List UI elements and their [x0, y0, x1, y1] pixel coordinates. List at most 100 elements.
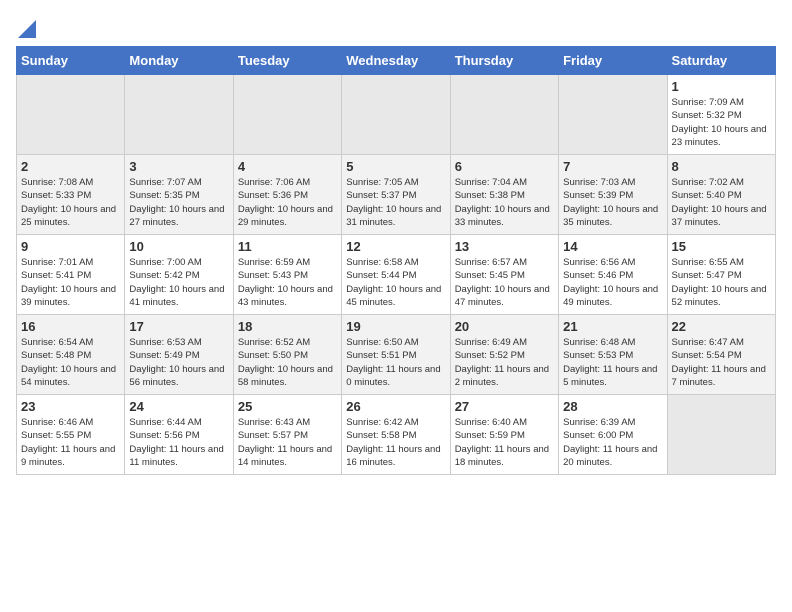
calendar-cell: 7 Sunrise: 7:03 AM Sunset: 5:39 PM Daylig… [559, 155, 667, 235]
day-info: Sunrise: 6:59 AM Sunset: 5:43 PM Dayligh… [238, 256, 337, 309]
calendar-cell: 21 Sunrise: 6:48 AM Sunset: 5:53 PM Dayli… [559, 315, 667, 395]
day-info: Sunrise: 7:09 AM Sunset: 5:32 PM Dayligh… [672, 96, 771, 149]
page-header [16, 16, 776, 34]
logo-icon [18, 16, 36, 38]
calendar-cell: 25 Sunrise: 6:43 AM Sunset: 5:57 PM Dayli… [233, 395, 341, 475]
day-number: 4 [238, 159, 337, 174]
calendar-cell: 12 Sunrise: 6:58 AM Sunset: 5:44 PM Dayli… [342, 235, 450, 315]
day-info: Sunrise: 6:58 AM Sunset: 5:44 PM Dayligh… [346, 256, 445, 309]
calendar-cell [17, 75, 125, 155]
logo [16, 16, 36, 34]
day-number: 2 [21, 159, 120, 174]
calendar-cell [342, 75, 450, 155]
calendar-cell: 10 Sunrise: 7:00 AM Sunset: 5:42 PM Dayli… [125, 235, 233, 315]
day-number: 20 [455, 319, 554, 334]
calendar-week-row: 23 Sunrise: 6:46 AM Sunset: 5:55 PM Dayli… [17, 395, 776, 475]
day-number: 26 [346, 399, 445, 414]
calendar-cell: 22 Sunrise: 6:47 AM Sunset: 5:54 PM Dayli… [667, 315, 775, 395]
day-number: 7 [563, 159, 662, 174]
day-info: Sunrise: 7:05 AM Sunset: 5:37 PM Dayligh… [346, 176, 445, 229]
day-info: Sunrise: 6:54 AM Sunset: 5:48 PM Dayligh… [21, 336, 120, 389]
day-info: Sunrise: 6:49 AM Sunset: 5:52 PM Dayligh… [455, 336, 554, 389]
day-info: Sunrise: 6:52 AM Sunset: 5:50 PM Dayligh… [238, 336, 337, 389]
calendar-header: SundayMondayTuesdayWednesdayThursdayFrid… [17, 47, 776, 75]
day-number: 13 [455, 239, 554, 254]
header-day: Wednesday [342, 47, 450, 75]
header-day: Saturday [667, 47, 775, 75]
day-number: 1 [672, 79, 771, 94]
day-number: 11 [238, 239, 337, 254]
calendar-cell: 5 Sunrise: 7:05 AM Sunset: 5:37 PM Daylig… [342, 155, 450, 235]
day-info: Sunrise: 6:44 AM Sunset: 5:56 PM Dayligh… [129, 416, 228, 469]
day-number: 22 [672, 319, 771, 334]
calendar-week-row: 2 Sunrise: 7:08 AM Sunset: 5:33 PM Daylig… [17, 155, 776, 235]
day-number: 27 [455, 399, 554, 414]
day-info: Sunrise: 7:01 AM Sunset: 5:41 PM Dayligh… [21, 256, 120, 309]
header-day: Friday [559, 47, 667, 75]
calendar-cell [667, 395, 775, 475]
day-number: 12 [346, 239, 445, 254]
calendar-cell: 17Sunrise: 6:53 AM Sunset: 5:49 PM Dayli… [125, 315, 233, 395]
calendar-cell: 3 Sunrise: 7:07 AM Sunset: 5:35 PM Daylig… [125, 155, 233, 235]
day-info: Sunrise: 6:48 AM Sunset: 5:53 PM Dayligh… [563, 336, 662, 389]
day-number: 25 [238, 399, 337, 414]
calendar-cell: 18 Sunrise: 6:52 AM Sunset: 5:50 PM Dayli… [233, 315, 341, 395]
calendar-cell [125, 75, 233, 155]
header-row: SundayMondayTuesdayWednesdayThursdayFrid… [17, 47, 776, 75]
day-number: 24 [129, 399, 228, 414]
day-info: Sunrise: 6:46 AM Sunset: 5:55 PM Dayligh… [21, 416, 120, 469]
day-info: Sunrise: 6:43 AM Sunset: 5:57 PM Dayligh… [238, 416, 337, 469]
day-number: 9 [21, 239, 120, 254]
calendar-cell: 9 Sunrise: 7:01 AM Sunset: 5:41 PM Daylig… [17, 235, 125, 315]
day-info: Sunrise: 6:55 AM Sunset: 5:47 PM Dayligh… [672, 256, 771, 309]
calendar-cell: 16 Sunrise: 6:54 AM Sunset: 5:48 PM Dayli… [17, 315, 125, 395]
calendar-cell: 4 Sunrise: 7:06 AM Sunset: 5:36 PM Daylig… [233, 155, 341, 235]
calendar-week-row: 9 Sunrise: 7:01 AM Sunset: 5:41 PM Daylig… [17, 235, 776, 315]
day-info: Sunrise: 6:50 AM Sunset: 5:51 PM Dayligh… [346, 336, 445, 389]
calendar-cell [450, 75, 558, 155]
calendar-cell: 2 Sunrise: 7:08 AM Sunset: 5:33 PM Daylig… [17, 155, 125, 235]
calendar-cell: 1 Sunrise: 7:09 AM Sunset: 5:32 PM Daylig… [667, 75, 775, 155]
calendar-cell: 28 Sunrise: 6:39 AM Sunset: 6:00 PM Dayli… [559, 395, 667, 475]
day-info: Sunrise: 7:04 AM Sunset: 5:38 PM Dayligh… [455, 176, 554, 229]
day-info: Sunrise: 7:06 AM Sunset: 5:36 PM Dayligh… [238, 176, 337, 229]
day-info: Sunrise: 7:02 AM Sunset: 5:40 PM Dayligh… [672, 176, 771, 229]
calendar-cell: 23 Sunrise: 6:46 AM Sunset: 5:55 PM Dayli… [17, 395, 125, 475]
calendar-cell: 26 Sunrise: 6:42 AM Sunset: 5:58 PM Dayli… [342, 395, 450, 475]
day-number: 15 [672, 239, 771, 254]
day-info: Sunrise: 7:00 AM Sunset: 5:42 PM Dayligh… [129, 256, 228, 309]
calendar-week-row: 16 Sunrise: 6:54 AM Sunset: 5:48 PM Dayli… [17, 315, 776, 395]
day-info: Sunrise: 7:03 AM Sunset: 5:39 PM Dayligh… [563, 176, 662, 229]
day-info: Sunrise: 7:07 AM Sunset: 5:35 PM Dayligh… [129, 176, 228, 229]
calendar-cell: 13 Sunrise: 6:57 AM Sunset: 5:45 PM Dayli… [450, 235, 558, 315]
day-info: Sunrise: 6:42 AM Sunset: 5:58 PM Dayligh… [346, 416, 445, 469]
day-number: 19 [346, 319, 445, 334]
day-info: Sunrise: 6:57 AM Sunset: 5:45 PM Dayligh… [455, 256, 554, 309]
day-number: 5 [346, 159, 445, 174]
day-info: Sunrise: 7:08 AM Sunset: 5:33 PM Dayligh… [21, 176, 120, 229]
calendar-cell: 15 Sunrise: 6:55 AM Sunset: 5:47 PM Dayli… [667, 235, 775, 315]
header-day: Thursday [450, 47, 558, 75]
header-day: Sunday [17, 47, 125, 75]
day-info: Sunrise: 6:39 AM Sunset: 6:00 PM Dayligh… [563, 416, 662, 469]
day-number: 28 [563, 399, 662, 414]
calendar-cell: 14Sunrise: 6:56 AM Sunset: 5:46 PM Dayli… [559, 235, 667, 315]
day-number: 16 [21, 319, 120, 334]
calendar-cell: 24 Sunrise: 6:44 AM Sunset: 5:56 PM Dayli… [125, 395, 233, 475]
calendar-table: SundayMondayTuesdayWednesdayThursdayFrid… [16, 46, 776, 475]
header-day: Tuesday [233, 47, 341, 75]
day-number: 23 [21, 399, 120, 414]
calendar-cell: 8 Sunrise: 7:02 AM Sunset: 5:40 PM Daylig… [667, 155, 775, 235]
day-number: 17 [129, 319, 228, 334]
calendar-cell: 20 Sunrise: 6:49 AM Sunset: 5:52 PM Dayli… [450, 315, 558, 395]
day-number: 21 [563, 319, 662, 334]
calendar-cell [559, 75, 667, 155]
day-info: Sunrise: 6:40 AM Sunset: 5:59 PM Dayligh… [455, 416, 554, 469]
day-number: 18 [238, 319, 337, 334]
calendar-cell: 11 Sunrise: 6:59 AM Sunset: 5:43 PM Dayli… [233, 235, 341, 315]
day-number: 6 [455, 159, 554, 174]
day-number: 10 [129, 239, 228, 254]
day-info: Sunrise: 6:47 AM Sunset: 5:54 PM Dayligh… [672, 336, 771, 389]
day-number: 8 [672, 159, 771, 174]
day-number: 3 [129, 159, 228, 174]
